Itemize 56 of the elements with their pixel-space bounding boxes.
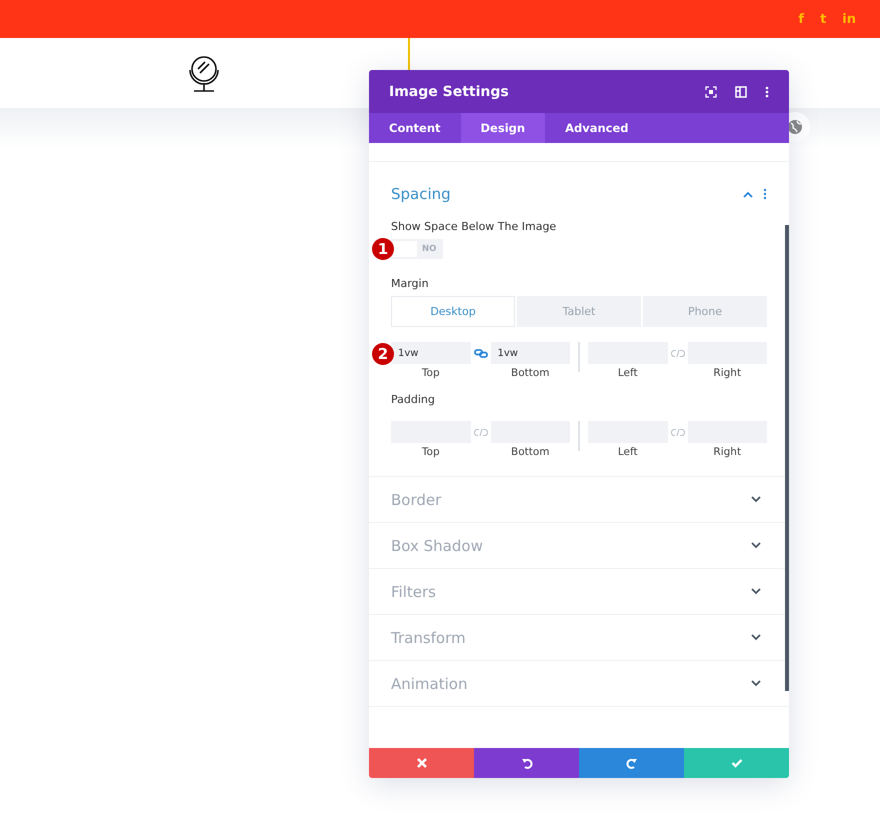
device-tab[interactable]: Desktop — [391, 296, 515, 327]
redo-button[interactable] — [579, 748, 684, 778]
fullscreen-icon[interactable] — [705, 86, 717, 98]
chevron-down-icon[interactable] — [751, 542, 761, 549]
panel-tab[interactable]: Content — [369, 113, 461, 143]
social-link[interactable]: f — [798, 12, 804, 26]
section-title[interactable]: Filters — [391, 582, 751, 600]
input-field[interactable]: 1vw — [490, 342, 570, 364]
field-label: Show Space Below The Image — [391, 220, 558, 233]
panel-title: Image Settings — [389, 84, 509, 100]
chevron-up-icon[interactable] — [743, 190, 753, 198]
unlink-icon[interactable] — [670, 428, 684, 437]
field-caption: Left — [618, 446, 638, 458]
field-caption: Left — [618, 367, 638, 379]
device-tab[interactable]: Tablet — [517, 296, 641, 327]
field-caption: Bottom — [510, 367, 550, 379]
chevron-down-icon[interactable] — [751, 588, 761, 595]
field-caption: Right — [713, 367, 742, 379]
close-icon — [416, 757, 428, 769]
step-badge: 2 — [372, 343, 394, 365]
field-label: Padding — [391, 393, 436, 406]
input-field[interactable]: 1vw — [391, 342, 470, 364]
chevron-down-icon[interactable] — [751, 680, 761, 687]
section-title[interactable]: Animation — [391, 674, 751, 692]
unlink-icon[interactable] — [670, 349, 684, 358]
undo-icon — [520, 757, 532, 769]
chevron-down-icon[interactable] — [751, 496, 761, 503]
field-caption: Bottom — [510, 446, 550, 458]
link-icon[interactable] — [474, 349, 488, 358]
undo-button[interactable] — [474, 748, 579, 778]
section-title[interactable]: Transform — [391, 628, 751, 646]
field-caption: Right — [713, 446, 742, 458]
device-tab[interactable]: Phone — [643, 296, 767, 327]
social-link[interactable]: in — [842, 12, 856, 26]
toggle-switch[interactable]: NO — [391, 239, 443, 259]
chevron-down-icon[interactable] — [751, 634, 761, 641]
cancel-button[interactable] — [369, 748, 474, 778]
unlink-icon[interactable] — [474, 428, 488, 437]
save-button[interactable] — [684, 748, 789, 778]
field-caption: Top — [422, 367, 440, 379]
redo-icon — [626, 757, 638, 769]
split-view-icon[interactable] — [735, 86, 747, 98]
panel-tab[interactable]: Design — [460, 113, 546, 143]
section-title[interactable]: Box Shadow — [391, 536, 751, 554]
field-caption: Top — [422, 446, 440, 458]
field-label: Margin — [391, 277, 430, 290]
section-title[interactable]: Spacing — [391, 185, 733, 203]
scrollbar[interactable] — [785, 225, 789, 691]
step-badge: 1 — [372, 238, 394, 260]
panel-tab[interactable]: Advanced — [545, 113, 649, 143]
section-title[interactable]: Border — [391, 490, 751, 508]
more-icon[interactable] — [765, 86, 769, 98]
check-icon — [730, 757, 742, 769]
more-icon[interactable] — [763, 188, 767, 200]
social-link[interactable]: t — [820, 12, 826, 26]
mirror-icon — [186, 54, 222, 94]
